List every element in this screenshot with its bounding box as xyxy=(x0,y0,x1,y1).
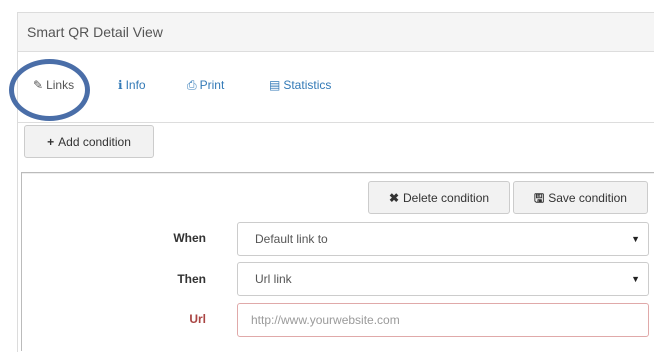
save-condition-label: Save condition xyxy=(548,191,627,205)
save-icon: 🖫 xyxy=(534,191,545,205)
then-label: Then xyxy=(177,272,206,286)
chevron-down-icon: ▼ xyxy=(631,274,640,284)
info-icon: ℹ xyxy=(118,78,123,92)
then-select[interactable]: Url link ▼ xyxy=(237,262,649,296)
chevron-down-icon: ▼ xyxy=(631,234,640,244)
url-input[interactable] xyxy=(237,303,649,337)
when-select-value: Default link to xyxy=(255,232,328,246)
then-select-value: Url link xyxy=(255,272,292,286)
add-condition-button[interactable]: + Add condition xyxy=(24,125,154,158)
tab-statistics[interactable]: ▤ Statistics xyxy=(269,78,331,92)
tab-info-label: Info xyxy=(125,78,146,92)
tab-print[interactable]: ⎙ Print xyxy=(187,78,224,93)
close-icon: ✖ xyxy=(388,191,399,205)
tab-statistics-label: Statistics xyxy=(283,78,332,92)
delete-condition-label: Delete condition xyxy=(403,191,490,205)
url-label: Url xyxy=(189,312,206,326)
tab-bar: ✎ Links ℹ Info ⎙ Print ▤ Statistics xyxy=(18,52,654,123)
panel-title: Smart QR Detail View xyxy=(27,24,163,40)
when-select[interactable]: Default link to ▼ xyxy=(237,222,649,256)
save-condition-button[interactable]: 🖫 Save condition xyxy=(513,181,648,214)
print-icon: ⎙ xyxy=(187,78,197,92)
plus-icon: + xyxy=(47,135,55,149)
add-condition-label: Add condition xyxy=(58,135,131,149)
tab-print-label: Print xyxy=(199,78,225,92)
tab-info[interactable]: ℹ Info xyxy=(118,78,146,92)
highlight-circle-annotation xyxy=(9,59,90,121)
delete-condition-button[interactable]: ✖ Delete condition xyxy=(368,181,510,214)
panel-heading: Smart QR Detail View xyxy=(18,13,654,52)
when-label: When xyxy=(173,231,206,245)
chart-icon: ▤ xyxy=(269,78,281,92)
